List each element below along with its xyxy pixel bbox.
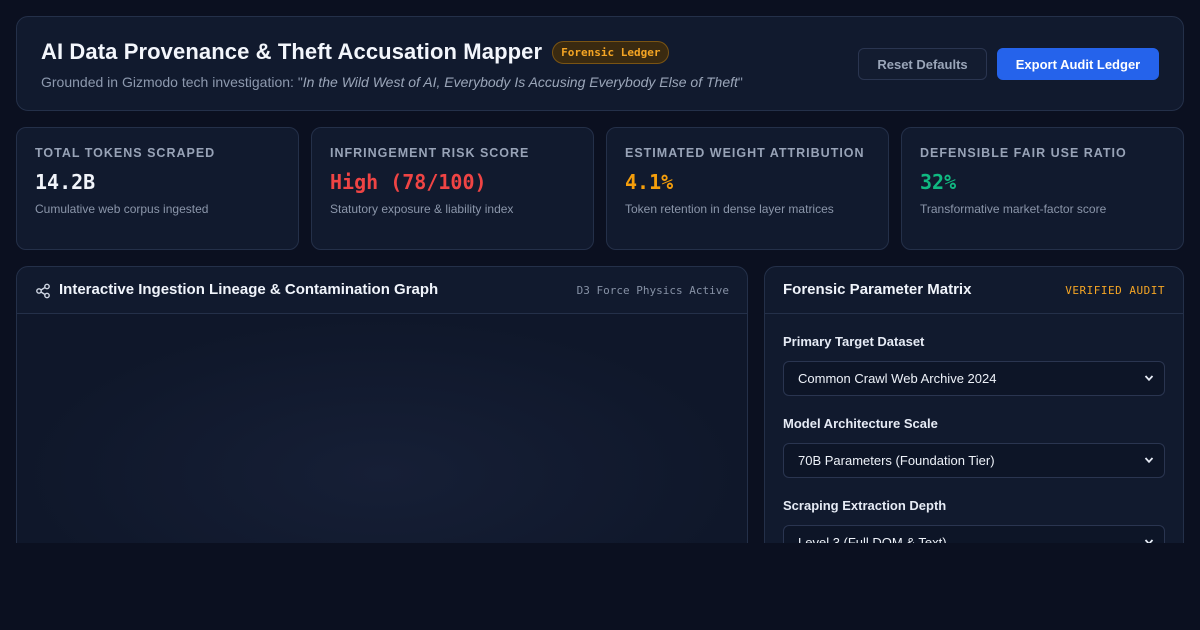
field-label: Model Architecture Scale <box>783 416 938 431</box>
reset-defaults-button[interactable]: Reset Defaults <box>858 48 987 80</box>
app-header: AI Data Provenance & Theft Accusation Ma… <box>16 16 1184 111</box>
chevron-down-icon <box>1144 539 1154 543</box>
select-value: Common Crawl Web Archive 2024 <box>798 371 997 386</box>
stat-value: 14.2B <box>35 170 96 194</box>
page-subtitle: Grounded in Gizmodo tech investigation: … <box>41 74 743 90</box>
stat-card-weight: Estimated Weight Attribution 4.1% Token … <box>606 127 889 250</box>
page-title: AI Data Provenance & Theft Accusation Ma… <box>41 39 543 64</box>
physics-status: D3 Force Physics Active <box>576 284 729 297</box>
stat-label: Estimated Weight Attribution <box>625 146 865 160</box>
app-viewport: AI Data Provenance & Theft Accusation Ma… <box>0 0 1200 543</box>
stat-desc: Token retention in dense layer matrices <box>625 202 834 216</box>
subtitle-prefix: Grounded in Gizmodo tech investigation: … <box>41 74 303 90</box>
stat-desc: Statutory exposure & liability index <box>330 202 514 216</box>
field-scraping-depth: Scraping Extraction Depth Level 3 (Full … <box>783 498 1165 543</box>
field-label: Scraping Extraction Depth <box>783 498 947 513</box>
stat-value: High (78/100) <box>330 170 487 194</box>
stat-desc: Transformative market-factor score <box>920 202 1107 216</box>
model-scale-select[interactable]: 70B Parameters (Foundation Tier) <box>783 443 1165 478</box>
stat-value: 4.1% <box>625 170 674 194</box>
matrix-panel-header: Forensic Parameter Matrix VERIFIED AUDIT <box>765 267 1183 314</box>
stat-card-tokens: Total Tokens Scraped 14.2B Cumulative we… <box>16 127 299 250</box>
select-value: 70B Parameters (Foundation Tier) <box>798 453 995 468</box>
header-actions: Reset Defaults Export Audit Ledger <box>858 48 1159 80</box>
select-value: Level 3 (Full DOM & Text) <box>798 535 947 543</box>
stat-card-fair-use: Defensible Fair Use Ratio 32% Transforma… <box>901 127 1184 250</box>
share-icon <box>36 283 50 299</box>
field-primary-dataset: Primary Target Dataset Common Crawl Web … <box>783 334 1165 396</box>
parameter-matrix-panel: Forensic Parameter Matrix VERIFIED AUDIT… <box>764 266 1184 543</box>
stat-label: Total Tokens Scraped <box>35 146 216 160</box>
primary-dataset-select[interactable]: Common Crawl Web Archive 2024 <box>783 361 1165 396</box>
subtitle-quote: In the Wild West of AI, Everybody Is Acc… <box>302 74 738 90</box>
stat-value: 32% <box>920 170 957 194</box>
chevron-down-icon <box>1144 375 1154 382</box>
matrix-panel-title: Forensic Parameter Matrix <box>783 281 972 298</box>
stat-desc: Cumulative web corpus ingested <box>35 202 209 216</box>
stat-label: Defensible Fair Use Ratio <box>920 146 1127 160</box>
graph-canvas[interactable] <box>17 314 747 543</box>
field-label: Primary Target Dataset <box>783 334 925 349</box>
verified-audit-label: VERIFIED AUDIT <box>1065 284 1165 297</box>
forensic-ledger-badge: Forensic Ledger <box>552 40 670 64</box>
subtitle-suffix: " <box>737 74 743 90</box>
lineage-graph-panel: Interactive Ingestion Lineage & Contamin… <box>16 266 748 543</box>
chevron-down-icon <box>1144 457 1154 464</box>
stat-card-risk: Infringement Risk Score High (78/100) St… <box>311 127 594 250</box>
graph-panel-header: Interactive Ingestion Lineage & Contamin… <box>17 267 747 314</box>
title-row: AI Data Provenance & Theft Accusation Ma… <box>41 39 670 65</box>
field-model-scale: Model Architecture Scale 70B Parameters … <box>783 416 1165 478</box>
scraping-depth-select[interactable]: Level 3 (Full DOM & Text) <box>783 525 1165 543</box>
graph-panel-title: Interactive Ingestion Lineage & Contamin… <box>59 281 439 298</box>
export-audit-ledger-button[interactable]: Export Audit Ledger <box>997 48 1159 80</box>
stat-label: Infringement Risk Score <box>330 146 530 160</box>
